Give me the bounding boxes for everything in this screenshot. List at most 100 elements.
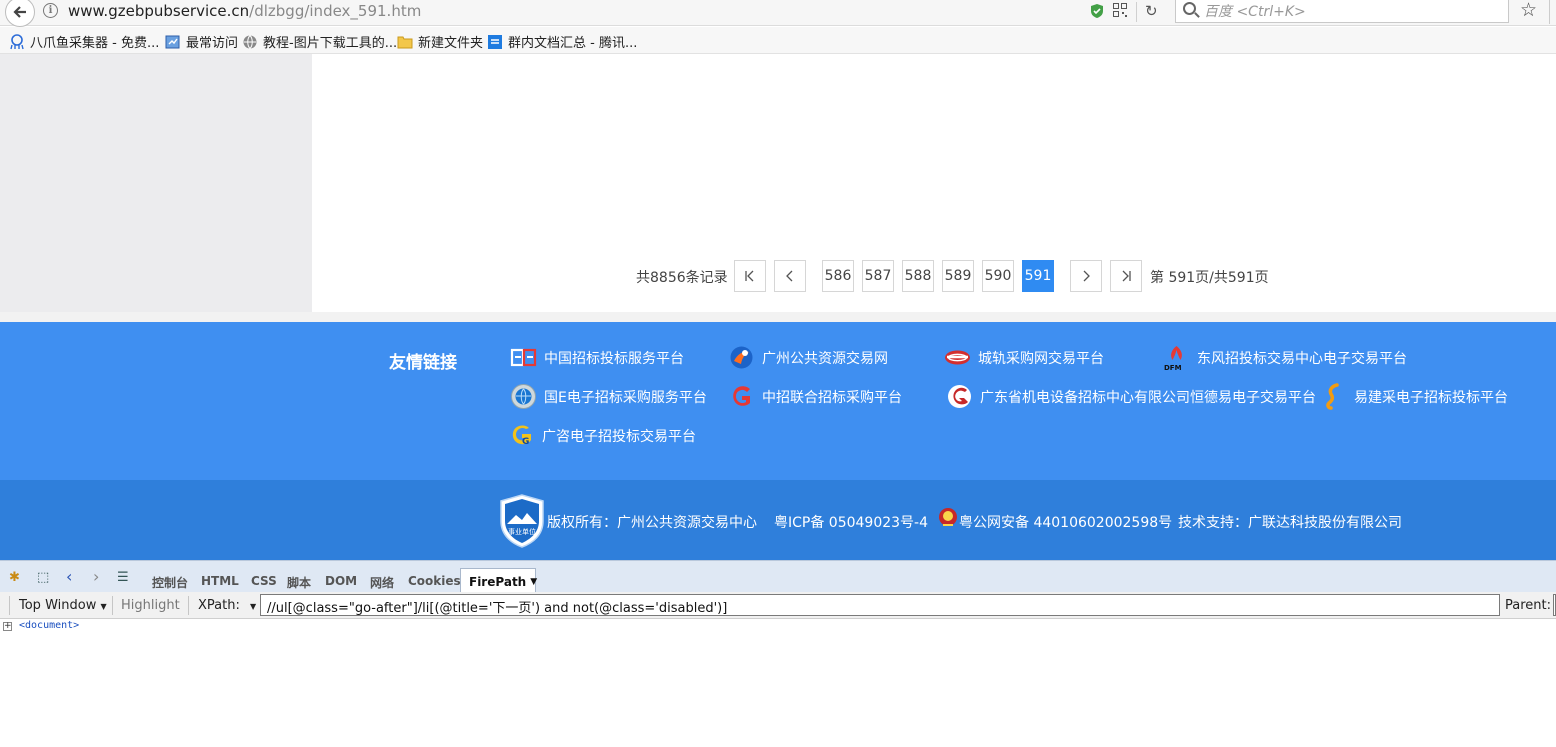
bookmark-label: 新建文件夹 [418, 36, 484, 51]
dongfeng-logo-icon: DFM [1164, 346, 1182, 371]
guangzi-logo-icon: G [512, 425, 531, 447]
octopus-icon [10, 33, 24, 49]
page-button[interactable]: 588 [902, 260, 934, 292]
firepath-toolbar: Top Window ▼ Highlight XPath: ▼ //ul[@cl… [0, 592, 1556, 619]
gz-resource-logo-icon [730, 346, 753, 369]
bookmark-label: 最常访问 [186, 36, 239, 51]
police-record-text[interactable]: 粤公网安备 44010602002598号 [959, 512, 1172, 532]
link-item[interactable]: G 广咨电子招投标交易平台 [508, 422, 696, 449]
yijiancai-logo-icon [1326, 383, 1339, 410]
prev-page-button[interactable] [774, 260, 806, 292]
page-button[interactable]: 589 [942, 260, 974, 292]
url-bar: i www.gzebpubservice.cn/dlzbgg/index_591… [0, 0, 1556, 27]
search-placeholder: 百度 <Ctrl+K> [1204, 4, 1306, 20]
tab-cookies[interactable]: Cookies [408, 574, 461, 588]
link-item[interactable]: 易建采电子招标投标平台 [1320, 383, 1508, 410]
command-line-icon[interactable]: ☰ [117, 570, 129, 585]
highlight-button[interactable]: Highlight [121, 598, 180, 613]
back-button[interactable] [5, 0, 35, 27]
top-window-dropdown[interactable]: Top Window ▼ [19, 598, 107, 613]
url-path: /dlzbgg/index_591.htm [249, 2, 422, 20]
toolbar-overflow[interactable] [1549, 0, 1556, 24]
shield-icon[interactable] [1090, 3, 1104, 19]
public-institution-badge-icon: 事业单位 [500, 494, 544, 548]
toolbar-divider [112, 596, 113, 615]
bookmark-item[interactable]: 新建文件夹 [397, 32, 483, 51]
tab-css[interactable]: CSS [251, 574, 277, 588]
back-nav-icon[interactable]: ‹ [66, 567, 72, 586]
link-item[interactable]: 中国招标投标服务平台 [510, 344, 684, 371]
current-page-button[interactable]: 591 [1022, 260, 1054, 292]
next-page-button[interactable] [1070, 260, 1102, 292]
icp-text[interactable]: 粤ICP备 05049023号-4 [774, 512, 928, 532]
first-page-button[interactable] [734, 260, 766, 292]
page-button[interactable]: 586 [822, 260, 854, 292]
url-separator [1136, 2, 1137, 22]
metro-logo-icon [945, 350, 970, 365]
page-button[interactable]: 587 [862, 260, 894, 292]
police-emblem-icon [939, 508, 957, 526]
link-item[interactable]: 中招联合招标采购平台 [728, 383, 902, 410]
forward-nav-icon[interactable]: › [93, 567, 99, 586]
firebug-tab-bar: ✱ ⬚ ‹ › ☰ 控制台 HTML CSS 脚本 DOM 网络 Cookies… [0, 560, 1556, 594]
sidebar-placeholder [0, 54, 312, 312]
url-field[interactable]: www.gzebpubservice.cn/dlzbgg/index_591.h… [68, 2, 421, 20]
site-info-icon[interactable]: i [43, 3, 58, 18]
tab-dom[interactable]: DOM [325, 574, 357, 588]
tab-net[interactable]: 网络 [370, 574, 394, 591]
link-item[interactable]: DFM 东风招投标交易中心电子交易平台 [1163, 344, 1407, 371]
link-label: 国E电子招标采购服务平台 [544, 389, 707, 406]
document-node[interactable]: <document> [19, 620, 79, 631]
reload-icon[interactable]: ↻ [1145, 2, 1158, 20]
link-item[interactable]: 广州公共资源交易网 [728, 344, 888, 371]
page-info: 第 591页/共591页 [1150, 270, 1269, 286]
parent-label: Parent: [1505, 598, 1551, 613]
first-page-icon [745, 270, 754, 282]
friendly-links: 友情链接 中国招标投标服务平台 广州公共资源交易网 城轨采购网交易平台 DFM … [0, 322, 1556, 480]
back-arrow-icon [13, 6, 26, 18]
last-page-icon [1122, 270, 1131, 282]
tab-firepath[interactable]: FirePath ▼ [460, 568, 538, 594]
bookmark-item[interactable]: 群内文档汇总 - 腾讯... [487, 32, 637, 51]
globe-icon [243, 34, 257, 49]
link-item[interactable]: 广东省机电设备招标中心有限公司恒德易电子交易平台 [946, 383, 1316, 410]
links-title: 友情链接 [389, 353, 457, 373]
tab-script[interactable]: 脚本 [287, 574, 311, 591]
tab-firepath-label: FirePath [469, 574, 527, 589]
next-page-icon [1083, 270, 1090, 282]
link-label: 中国招标投标服务平台 [544, 350, 684, 367]
link-label: 广州公共资源交易网 [762, 350, 888, 367]
document-icon [488, 34, 502, 49]
last-page-button[interactable] [1110, 260, 1142, 292]
bookmark-item[interactable]: 最常访问 [165, 32, 238, 51]
expand-icon[interactable]: + [3, 622, 12, 631]
zhongzhao-logo-icon [733, 386, 750, 406]
firebug-bug-icon[interactable]: ✱ [9, 570, 20, 585]
tab-console[interactable]: 控制台 [152, 574, 188, 591]
xpath-dropdown[interactable]: XPath: ▼ [198, 598, 256, 613]
chevron-down-icon: ▼ [530, 576, 538, 587]
link-label: 易建采电子招标投标平台 [1354, 389, 1508, 406]
bookmark-label: 群内文档汇总 - 腾讯... [508, 36, 638, 51]
badge-text: 事业单位 [508, 527, 536, 536]
url-host: www.gzebpubservice.cn [68, 2, 250, 20]
link-item[interactable]: 国E电子招标采购服务平台 [510, 383, 707, 410]
firepath-tree: + <document> [0, 619, 1556, 747]
qr-code-icon[interactable] [1113, 3, 1127, 17]
bookmark-star-icon[interactable]: ☆ [1520, 0, 1537, 21]
bookmarks-bar: 八爪鱼采集器 - 免费... 最常访问 教程-图片下载工具的... 新建文件夹 … [0, 27, 1556, 54]
inspect-element-icon[interactable]: ⬚ [37, 570, 49, 585]
xpath-input[interactable]: //ul[@class="go-after"]/li[(@title='下一页'… [260, 594, 1500, 616]
link-label: 广东省机电设备招标中心有限公司恒德易电子交易平台 [980, 389, 1316, 406]
toolbar-divider [188, 596, 189, 615]
bookmark-label: 教程-图片下载工具的... [263, 36, 398, 51]
cb-logo-icon [510, 348, 537, 367]
link-item[interactable]: 城轨采购网交易平台 [944, 344, 1104, 371]
bookmark-item[interactable]: 教程-图片下载工具的... [242, 32, 397, 51]
search-input[interactable]: 百度 <Ctrl+K> [1175, 0, 1509, 23]
tab-html[interactable]: HTML [201, 574, 239, 588]
page-button[interactable]: 590 [982, 260, 1014, 292]
tech-support-text: 技术支持：广联达科技股份有限公司 [1178, 515, 1402, 531]
bookmark-item[interactable]: 八爪鱼采集器 - 免费... [9, 32, 159, 51]
most-visited-icon [165, 35, 180, 48]
